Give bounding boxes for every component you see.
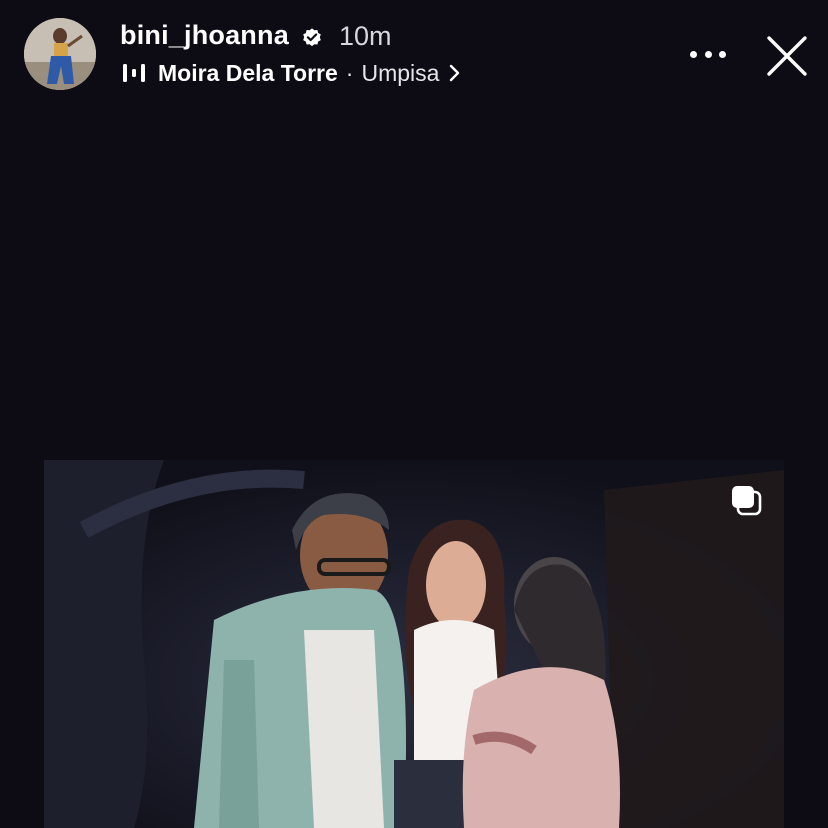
multiple-photos-icon xyxy=(732,486,762,516)
username[interactable]: bini_jhoanna xyxy=(120,20,289,51)
story-photo[interactable] xyxy=(44,460,784,828)
more-options-icon[interactable] xyxy=(690,42,726,66)
verified-badge-icon xyxy=(303,28,321,47)
avatar[interactable] xyxy=(24,18,96,90)
more-dot xyxy=(704,50,712,58)
more-dot xyxy=(719,50,726,58)
music-info[interactable]: Moira Dela Torre · Umpisa xyxy=(122,58,461,88)
story-header: bini_jhoanna 10m Moira Dela Torre · Umpi… xyxy=(0,0,828,110)
more-dot xyxy=(690,50,697,58)
music-separator: · xyxy=(345,59,354,86)
music-bars-icon xyxy=(123,64,145,82)
close-icon[interactable] xyxy=(764,33,810,79)
music-artist: Moira Dela Torre xyxy=(158,59,338,86)
chevron-right-icon xyxy=(450,64,460,82)
music-song: Umpisa xyxy=(361,59,440,86)
post-time: 10m xyxy=(339,21,392,51)
